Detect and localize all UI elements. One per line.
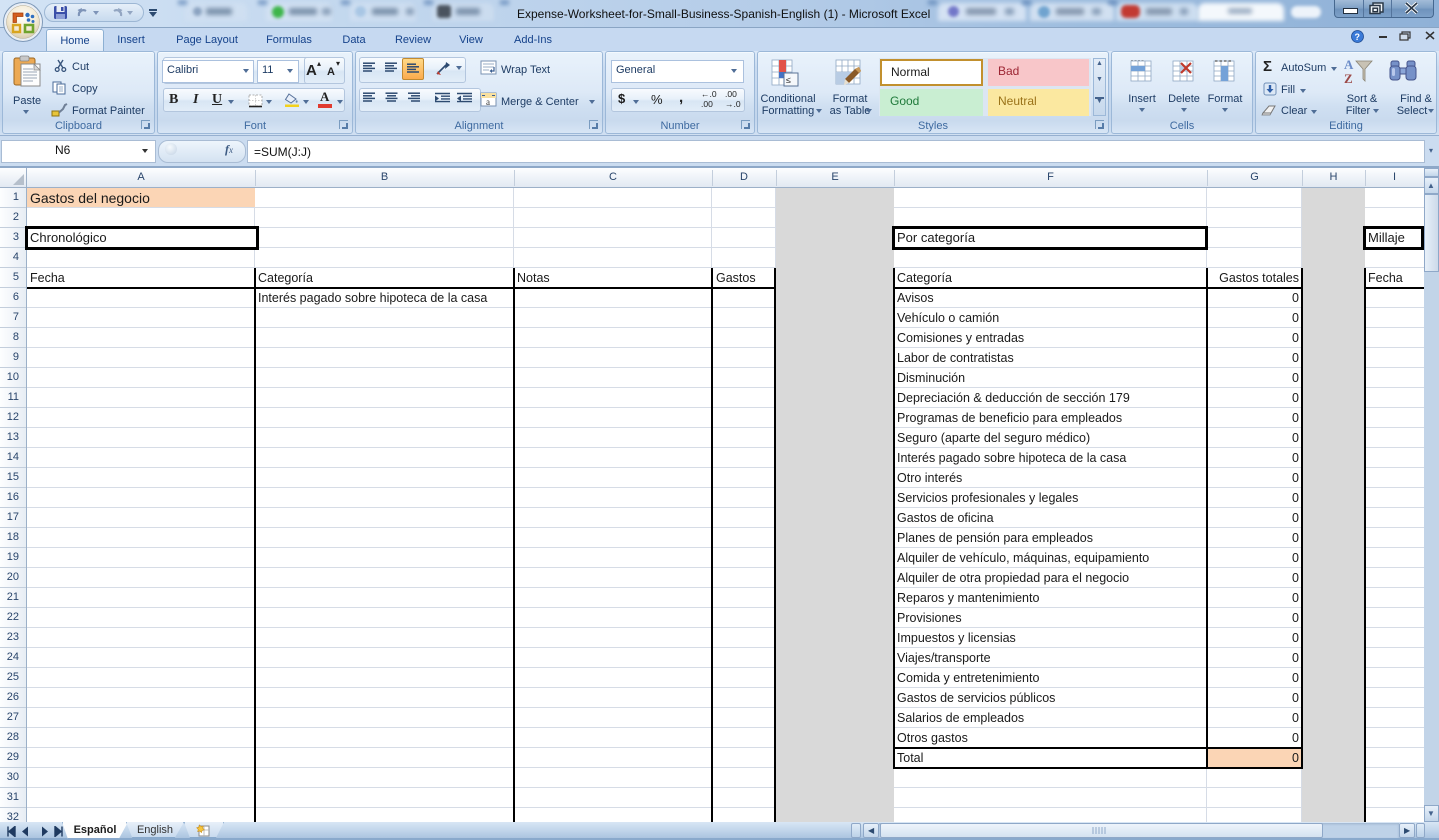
svg-text:A: A — [1344, 57, 1354, 72]
svg-text:Z: Z — [1344, 71, 1353, 86]
svg-text:≤: ≤ — [786, 75, 791, 85]
svg-text:a: a — [486, 97, 490, 107]
svg-text:?: ? — [1355, 32, 1361, 42]
